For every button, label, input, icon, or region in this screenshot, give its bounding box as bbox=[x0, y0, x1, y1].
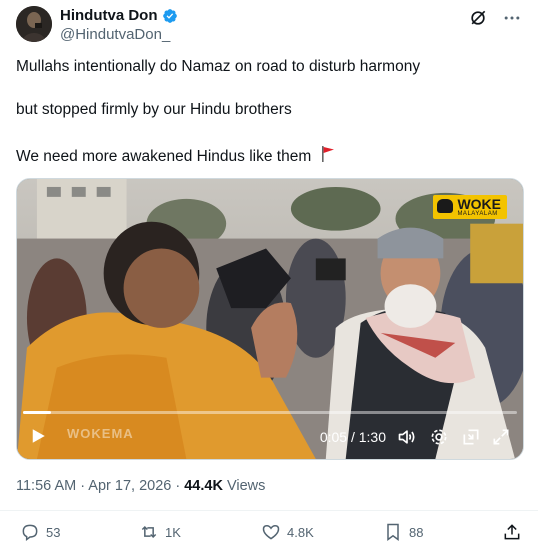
action-bar: 53 1K 4.8K 88 bbox=[0, 522, 538, 546]
grok-icon[interactable] bbox=[468, 8, 488, 28]
repost-icon bbox=[141, 525, 157, 539]
video-time: 0:05 / 1:30 bbox=[319, 429, 386, 445]
picture-in-picture-icon[interactable] bbox=[461, 427, 481, 447]
share-icon bbox=[504, 524, 520, 540]
channel-watermark: WOKE MALAYALAM bbox=[433, 195, 507, 219]
video-progress-fill bbox=[23, 411, 51, 414]
tweet-time[interactable]: 11:56 AM bbox=[16, 478, 76, 494]
tweet-meta: 11:56 AM · Apr 17, 2026 · 44.4K Views bbox=[16, 478, 265, 494]
more-options-icon[interactable] bbox=[502, 8, 522, 28]
bookmark-icon bbox=[387, 523, 399, 541]
bookmark-count: 88 bbox=[409, 524, 424, 540]
video-player[interactable]: WOKE MALAYALAM WOKEMA 0:05 / 1:30 bbox=[16, 178, 524, 460]
meta-separator: · bbox=[76, 478, 89, 494]
tweet: Hindutva Don @HindutvaDon_ Mullahs inten… bbox=[0, 0, 538, 556]
repost-count: 1K bbox=[165, 524, 181, 540]
video-controls: 0:05 / 1:30 bbox=[17, 415, 523, 459]
video-progress-bar[interactable] bbox=[23, 411, 517, 414]
red-flag-icon bbox=[320, 145, 336, 168]
author-name-row[interactable]: Hindutva Don bbox=[60, 7, 178, 24]
verified-badge-icon bbox=[162, 8, 178, 24]
volume-icon[interactable] bbox=[397, 427, 417, 447]
tweet-text-line-2: but stopped firmly by our Hindu brothers bbox=[16, 101, 292, 118]
fullscreen-icon[interactable] bbox=[491, 427, 511, 447]
tweet-date[interactable]: Apr 17, 2026 bbox=[88, 478, 171, 494]
tweet-text-line-3-text: We need more awakened Hindus like them bbox=[16, 148, 312, 165]
divider bbox=[0, 510, 538, 511]
reply-icon bbox=[22, 524, 38, 541]
views-count: 44.4K bbox=[184, 478, 223, 494]
watermark-main-text: WOKE bbox=[457, 196, 501, 212]
like-count: 4.8K bbox=[287, 524, 314, 540]
reply-button[interactable]: 53 bbox=[20, 522, 60, 542]
watermark-sub-text: MALAYALAM bbox=[457, 211, 498, 217]
avatar[interactable] bbox=[16, 6, 52, 42]
tweet-text-line-3: We need more awakened Hindus like them bbox=[16, 145, 336, 168]
like-button[interactable]: 4.8K bbox=[261, 522, 314, 542]
author-handle[interactable]: @HindutvaDon_ bbox=[60, 26, 170, 43]
author-display-name[interactable]: Hindutva Don bbox=[60, 7, 158, 24]
top-icons bbox=[468, 8, 522, 28]
views-label: Views bbox=[222, 478, 266, 494]
meta-separator-2: · bbox=[171, 478, 185, 494]
share-button[interactable] bbox=[502, 522, 522, 542]
play-icon[interactable] bbox=[29, 427, 47, 445]
heart-icon bbox=[262, 524, 280, 540]
tweet-text-line-1: Mullahs intentionally do Namaz on road t… bbox=[16, 58, 421, 75]
watermark-logo-icon bbox=[437, 199, 454, 213]
bookmark-button[interactable]: 88 bbox=[383, 522, 423, 542]
repost-button[interactable]: 1K bbox=[139, 522, 181, 542]
reply-count: 53 bbox=[46, 524, 61, 540]
settings-gear-icon[interactable] bbox=[429, 427, 449, 447]
